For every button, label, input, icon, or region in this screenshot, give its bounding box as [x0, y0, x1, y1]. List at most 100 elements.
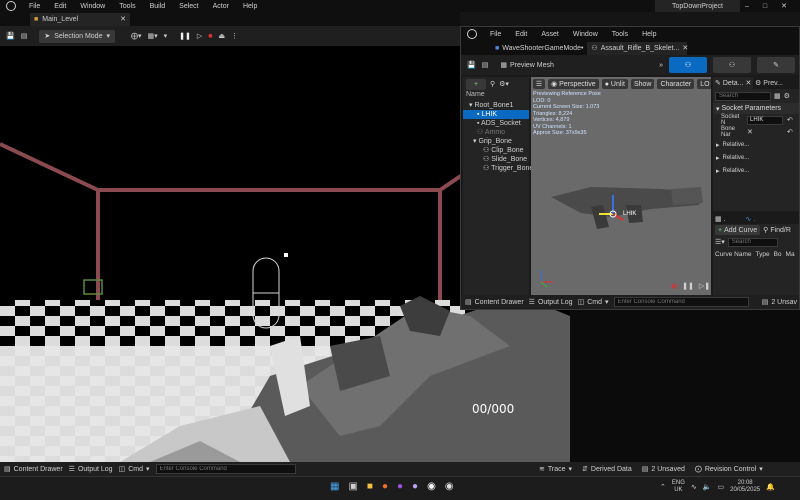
bone-slide[interactable]: ⚇ Slide_Bone	[463, 155, 529, 164]
relative-rotation-row[interactable]: ▸ Relative...	[713, 151, 799, 164]
bone-ammo[interactable]: ⚇ Ammo	[463, 128, 529, 137]
cmd-dropdown[interactable]: ◫ Cmd ▾	[578, 298, 609, 307]
tab-close-icon[interactable]: ✕	[682, 44, 688, 52]
speaker-icon[interactable]: 🔈	[703, 483, 712, 491]
firefox-icon[interactable]: ●	[382, 481, 388, 492]
discord-icon[interactable]: ●	[412, 481, 418, 492]
bone-root[interactable]: ▾ Root_Bone1	[463, 101, 529, 110]
expand-toolbar-icon[interactable]: »	[659, 62, 663, 69]
stop-icon[interactable]: ■	[208, 33, 212, 40]
task-view-icon[interactable]: ▣	[348, 481, 357, 492]
menu-actor[interactable]: Actor	[206, 3, 236, 10]
notification-icon[interactable]: 🔔	[766, 483, 775, 491]
clear-icon[interactable]: ✕	[747, 128, 783, 136]
socket-parameters-section[interactable]: ▾ Socket Parameters	[713, 103, 799, 114]
details-tab[interactable]: ✎ Deta... ✕	[713, 77, 753, 89]
reset-icon[interactable]: ↶	[787, 116, 793, 124]
language-indicator[interactable]: ENG UK	[672, 480, 685, 494]
app-icon[interactable]: ◉	[445, 481, 454, 492]
cmd-dropdown[interactable]: ◫ Cmd ▾	[119, 465, 150, 474]
menu-window[interactable]: Window	[73, 3, 112, 10]
eject-icon[interactable]: ⏏	[219, 32, 226, 40]
bone-trigger[interactable]: ⚇ Trigger_Bone	[463, 164, 533, 173]
browser-icon[interactable]: ●	[397, 481, 403, 492]
wifi-icon[interactable]: ∿	[691, 483, 697, 491]
menu-select[interactable]: Select	[172, 3, 205, 10]
tab-close-icon[interactable]: ✕	[120, 15, 126, 23]
bone-clip[interactable]: ⚇ Clip_Bone	[463, 146, 529, 155]
curves-tab-icon[interactable]: ∿ .	[746, 215, 756, 223]
tab-gamemode[interactable]: ■ WaveShooterGameMode•	[491, 42, 587, 55]
col-curve-name[interactable]: Curve Name	[715, 251, 751, 258]
next-frame-icon[interactable]: ▷❚	[699, 282, 710, 290]
content-drawer-button[interactable]: ▤ Content Drawer	[4, 465, 63, 474]
console-input[interactable]	[155, 464, 296, 474]
browse-icon[interactable]: ▤	[482, 61, 489, 69]
maximize-icon[interactable]: □	[763, 3, 767, 10]
relative-scale-row[interactable]: ▸ Relative...	[713, 164, 799, 177]
output-log-button[interactable]: ☰ Output Log	[69, 465, 113, 474]
curves-search-input[interactable]	[727, 237, 778, 247]
windows-start-icon[interactable]: ▦	[330, 481, 339, 492]
add-actor-icon[interactable]: ⨁▾	[131, 32, 142, 40]
grid-view-icon[interactable]: ▦	[774, 92, 781, 100]
sub-menu-asset[interactable]: Asset	[534, 31, 566, 38]
file-explorer-icon[interactable]: ■	[367, 481, 373, 492]
sub-menu-edit[interactable]: Edit	[508, 31, 534, 38]
derived-data-button[interactable]: ⇵ Derived Data	[582, 465, 632, 474]
add-curve-button[interactable]: + Add Curve	[715, 225, 761, 235]
trace-dropdown[interactable]: ≋ Trace ▾	[539, 465, 572, 474]
details-search-input[interactable]	[715, 91, 771, 101]
pause-icon[interactable]: ❚❚	[682, 282, 694, 290]
more-options-icon[interactable]: ⋮	[231, 32, 238, 40]
sub-menu-tools[interactable]: Tools	[605, 31, 635, 38]
col-ma[interactable]: Ma	[786, 251, 795, 258]
skeleton-mode-button[interactable]: ⚇	[669, 57, 707, 73]
output-log-button[interactable]: ☰ Output Log	[529, 298, 573, 307]
menu-build[interactable]: Build	[143, 3, 173, 10]
socket-lhik[interactable]: ▪ LHIK	[463, 110, 529, 119]
save-icon[interactable]: 💾	[6, 32, 15, 40]
preview-mesh-button[interactable]: ▦ Preview Mesh	[500, 61, 554, 70]
sub-menu-file[interactable]: File	[483, 31, 508, 38]
battery-icon[interactable]: ▭	[717, 483, 724, 491]
menu-edit[interactable]: Edit	[47, 3, 73, 10]
tab-main-level[interactable]: ■ Main_Level ✕	[30, 12, 130, 26]
mesh-mode-button[interactable]: ⚇	[713, 57, 751, 73]
preview-viewport[interactable]: ☰ ◉ Perspective ● Unlit Show Character LO …	[531, 77, 711, 295]
close-icon[interactable]: ✕	[781, 2, 787, 10]
settings-icon[interactable]: ⚙▾	[499, 80, 509, 88]
filter-icon[interactable]: ☰▾	[715, 238, 725, 246]
unsaved-button[interactable]: ▤ 2 Unsaved	[642, 465, 685, 474]
add-socket-button[interactable]: +	[466, 78, 486, 90]
content-drawer-button[interactable]: ▤ Content Drawer	[465, 298, 524, 307]
tray-chevron-icon[interactable]: ⌃	[660, 483, 666, 491]
save-icon[interactable]: 💾	[467, 61, 476, 69]
col-type[interactable]: Type	[755, 251, 769, 258]
relative-location-row[interactable]: ▸ Relative...	[713, 138, 799, 151]
record-icon[interactable]: ◉	[671, 282, 677, 290]
unreal-logo-icon[interactable]	[6, 1, 16, 11]
anim-curves-tab-icon[interactable]: ▦ .	[715, 215, 726, 223]
pause-icon[interactable]: ❚❚	[179, 32, 191, 40]
search-icon[interactable]: ⚲	[490, 80, 495, 88]
socket-ads[interactable]: ▪ ADS_Socket	[463, 119, 529, 128]
selection-mode-dropdown[interactable]: ➤ Selection Mode ▾	[39, 29, 115, 43]
tab-close-icon[interactable]: ✕	[746, 79, 752, 87]
preview-settings-tab[interactable]: ⚙ Prev...	[755, 79, 783, 88]
clock[interactable]: 20:08 20/05/2025	[730, 480, 760, 494]
col-bo[interactable]: Bo	[774, 251, 782, 258]
unsaved-button[interactable]: ▤ 2 Unsav	[762, 298, 797, 307]
settings-icon[interactable]: ⚙	[784, 92, 790, 100]
socket-name-input[interactable]: LHIK	[747, 115, 783, 125]
sub-menu-window[interactable]: Window	[566, 31, 605, 38]
bone-grip[interactable]: ▾ Grip_Bone	[463, 137, 529, 146]
step-icon[interactable]: ▷	[197, 32, 202, 40]
cinematics-icon[interactable]: ▾	[164, 32, 168, 40]
physics-mode-button[interactable]: ✎	[757, 57, 795, 73]
tab-skeleton[interactable]: ⚇ Assault_Rifle_B_Skelet... ✕	[587, 41, 688, 55]
find-replace-button[interactable]: ⚲ Find/R	[763, 226, 791, 235]
menu-file[interactable]: File	[22, 3, 47, 10]
menu-help[interactable]: Help	[236, 3, 264, 10]
blueprint-icon[interactable]: ▦▾	[148, 32, 158, 40]
